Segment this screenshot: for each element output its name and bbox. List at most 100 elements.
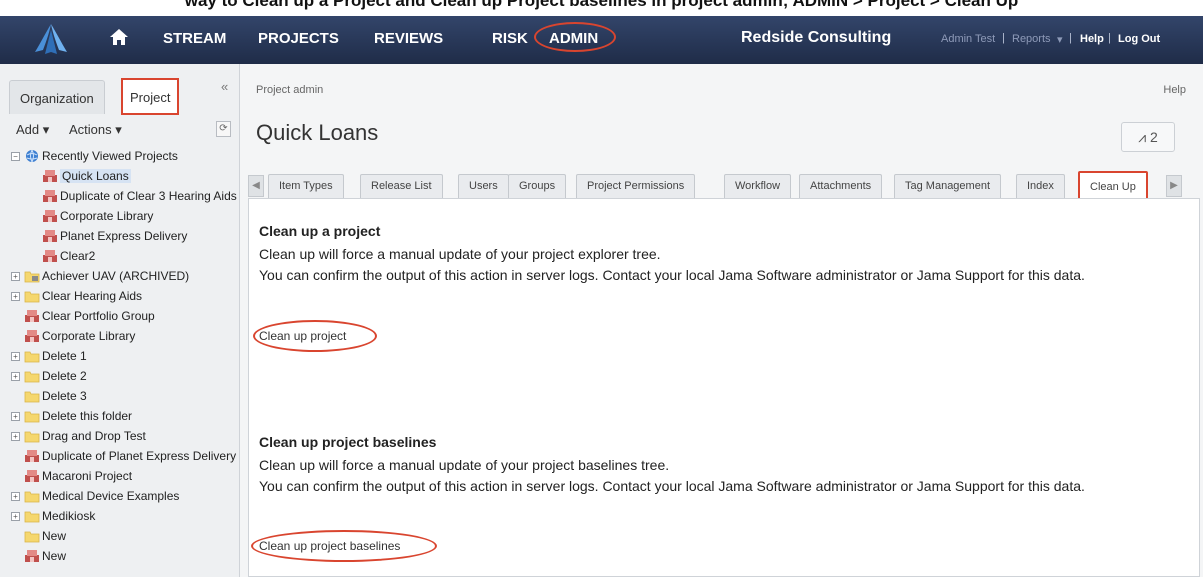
nav-risk[interactable]: RISK (492, 30, 528, 47)
project-icon (42, 209, 58, 223)
tree-item[interactable]: Clear Portfolio Group (0, 307, 240, 327)
folder-icon (24, 289, 40, 303)
actions-menu[interactable]: Actions ▾ (69, 122, 122, 138)
page-title: Quick Loans (256, 120, 379, 145)
nav-stream[interactable]: STREAM (163, 30, 226, 47)
tree-item[interactable]: + Achiever UAV (ARCHIVED) (0, 267, 240, 287)
tree-item-label: Duplicate of Clear 3 Hearing Aids (60, 189, 237, 203)
expand-icon[interactable]: + (11, 412, 20, 421)
reports-menu[interactable]: Reports (1012, 33, 1051, 45)
tree-item-label: Corporate Library (60, 209, 154, 223)
tree-item[interactable]: + Drag and Drop Test (0, 427, 240, 447)
globe-icon (24, 149, 40, 163)
expand-icon[interactable]: + (11, 432, 20, 441)
project-icon (24, 309, 40, 323)
tree-item-label: Corporate Library (42, 329, 136, 343)
nav-projects[interactable]: PROJECTS (258, 30, 339, 47)
app-logo-icon[interactable] (31, 20, 71, 60)
collapse-panel-icon[interactable]: « (221, 79, 228, 94)
add-menu[interactable]: Add ▾ (16, 122, 49, 138)
tree-item[interactable]: Corporate Library (0, 207, 240, 227)
tree-item[interactable]: Corporate Library (0, 327, 240, 347)
separator: | (1002, 32, 1005, 44)
tree-item-label: Recently Viewed Projects (42, 149, 178, 163)
expand-icon[interactable]: + (11, 292, 20, 301)
tree-item-label: Clear Hearing Aids (42, 289, 143, 303)
project-icon (42, 189, 58, 203)
tree-item-label: New (42, 549, 67, 563)
tab-project[interactable]: Project (121, 78, 180, 115)
tree-item-label: Clear2 (60, 249, 96, 263)
tab-scroll-right-icon[interactable]: ▶ (1166, 175, 1182, 197)
tree-item[interactable]: − Recently Viewed Projects (0, 147, 240, 167)
tree-item-label: Achiever UAV (ARCHIVED) (42, 269, 190, 283)
tree-item[interactable]: New (0, 547, 240, 567)
project-icon (24, 329, 40, 343)
expand-icon[interactable]: + (11, 512, 20, 521)
tab-attachments[interactable]: Attachments (799, 174, 883, 198)
home-icon[interactable] (108, 26, 130, 48)
organization-name: Redside Consulting (741, 29, 892, 46)
expand-icon[interactable]: + (11, 272, 20, 281)
folder-icon (24, 529, 40, 543)
help-link[interactable]: Help (1080, 33, 1104, 45)
tab-tag-management[interactable]: Tag Management (894, 174, 1001, 198)
clean-up-content: Clean up a project Clean up will force a… (248, 198, 1200, 577)
nav-reviews[interactable]: REVIEWS (374, 30, 443, 47)
chevron-down-icon[interactable]: ▾ (1057, 33, 1063, 46)
tree-item[interactable]: + Delete 2 (0, 367, 240, 387)
section-text: Clean up will force a manual update of y… (259, 246, 661, 262)
tree-item[interactable]: Clear2 (0, 247, 240, 267)
tab-workflow[interactable]: Workflow (724, 174, 792, 198)
tab-release-list[interactable]: Release List (360, 174, 443, 198)
project-icon (24, 469, 40, 483)
tree-item-label: New (42, 529, 67, 543)
collapse-icon[interactable]: − (11, 152, 20, 161)
tree-item[interactable]: + Delete this folder (0, 407, 240, 427)
tab-groups[interactable]: Groups (508, 174, 567, 198)
tree-item[interactable]: Duplicate of Clear 3 Hearing Aids (0, 187, 240, 207)
tree-item[interactable]: Delete 3 (0, 387, 240, 407)
tree-item[interactable]: Macaroni Project (0, 467, 240, 487)
logout-link[interactable]: Log Out (1118, 33, 1160, 45)
tree-item[interactable]: New (0, 527, 240, 547)
tab-project-permissions[interactable]: Project Permissions (576, 174, 696, 198)
folder-icon (24, 349, 40, 363)
tree-item-label: Clear Portfolio Group (42, 309, 155, 323)
activity-count: 2 (1150, 129, 1158, 145)
expand-icon[interactable]: + (11, 352, 20, 361)
section-title-clean-project: Clean up a project (259, 223, 381, 239)
separator: | (1069, 32, 1072, 44)
tab-index[interactable]: Index (1016, 174, 1065, 198)
folder-icon (24, 369, 40, 383)
expand-icon[interactable]: + (11, 372, 20, 381)
section-text: Clean up will force a manual update of y… (259, 457, 670, 473)
tree-item[interactable]: + Clear Hearing Aids (0, 287, 240, 307)
tab-users[interactable]: Users (458, 174, 509, 198)
activity-badge[interactable]: ⩘ 2 (1121, 122, 1175, 152)
tree-item[interactable]: Duplicate of Planet Express Delivery (0, 447, 240, 467)
admin-tabbar: ◀ Item Types Release List Users Groups P… (248, 168, 1198, 201)
tree-item-label: Planet Express Delivery (60, 229, 188, 243)
tab-organization[interactable]: Organization (9, 80, 105, 114)
project-icon (24, 449, 40, 463)
section-title-clean-baselines: Clean up project baselines (259, 434, 437, 450)
tab-scroll-left-icon[interactable]: ◀ (248, 175, 264, 197)
clean-up-project-baselines-button[interactable]: Clean up project baselines (259, 539, 400, 553)
explorer-tabs: Organization Project « (0, 64, 240, 115)
tab-clean-up[interactable]: Clean Up (1078, 171, 1148, 201)
user-menu[interactable]: Admin Test (941, 33, 995, 45)
clean-up-project-button[interactable]: Clean up project (259, 329, 346, 343)
tree-item[interactable]: Quick Loans (0, 167, 240, 187)
folder-icon (24, 489, 40, 503)
tab-item-types[interactable]: Item Types (268, 174, 344, 198)
tree-item[interactable]: + Medical Device Examples (0, 487, 240, 507)
expand-icon[interactable]: + (11, 492, 20, 501)
project-admin-main: Project admin Help Quick Loans ⩘ 2 ◀ Ite… (240, 64, 1203, 577)
tree-item[interactable]: + Medikiosk (0, 507, 240, 527)
refresh-icon[interactable]: ⟳ (216, 121, 231, 137)
tree-item[interactable]: Planet Express Delivery (0, 227, 240, 247)
help-link[interactable]: Help (1163, 84, 1186, 96)
tree-item-label: Delete 3 (42, 389, 87, 403)
tree-item[interactable]: + Delete 1 (0, 347, 240, 367)
